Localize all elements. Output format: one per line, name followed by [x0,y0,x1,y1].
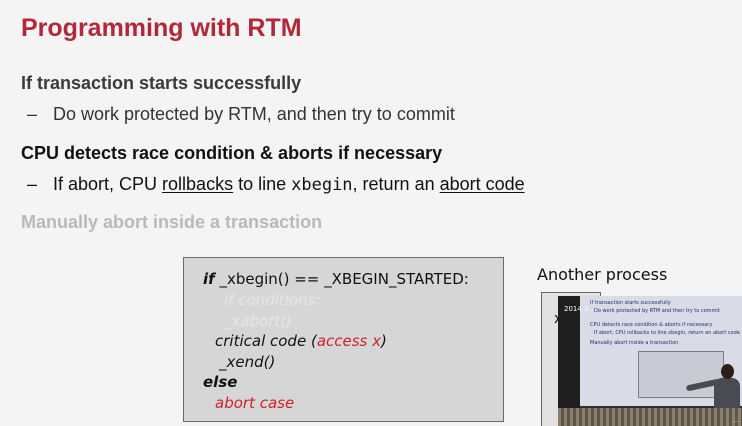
abort-text-3: , return an [352,174,440,194]
sub-bullet-commit: – Do work protected by RTM, and then try … [27,104,455,125]
abort-text-2: to line [233,174,292,194]
abort-text-1: If abort, CPU [53,174,163,194]
dash-marker: – [27,104,38,124]
code-line-abort-case: abort case [215,394,295,412]
code-line-ghost-if: if conditions: [224,291,321,309]
critical-code-text: critical code ( [215,332,317,350]
xbegin-code: xbegin [291,175,353,195]
bullet-race-condition: CPU detects race condition & aborts if n… [21,143,443,163]
projected-line: CPU detects race condition & aborts if n… [590,322,713,328]
rollbacks-link: rollbacks [162,174,234,194]
code-line-xend: _xend() [219,353,276,371]
projected-line: Manually abort inside a transaction [590,340,679,346]
video-floor [558,408,742,426]
critical-close-paren: ) [381,332,387,350]
code-line-if: if _xbegin() == _XBEGIN_STARTED: [203,270,469,288]
video-logo: ... [732,417,738,424]
sub-bullet-text: Do work protected by RTM, and then try t… [53,104,455,124]
projected-line: Do work protected by RTM and then try to… [594,308,720,314]
speaker-video-overlay: If transaction starts successfully Do wo… [558,296,742,426]
another-process-label: Another process [537,265,668,284]
video-timestamp: 2014 3 ... [564,305,598,313]
xbegin-condition: _xbegin() == _XBEGIN_STARTED: [214,270,469,288]
projected-code-box [638,351,724,398]
speaker-head [721,364,734,379]
code-line-else: else [203,373,238,391]
projected-line: If abort, CPU rollbacks to line xbegin, … [594,330,740,336]
abort-code-link: abort code [439,174,525,194]
slide-title: Programming with RTM [21,14,302,42]
dash-marker: – [27,174,38,194]
bullet-transaction-start: If transaction starts successfully [21,73,302,93]
projected-line: If transaction starts successfully [590,300,671,306]
bullet-manual-abort: Manually abort inside a transaction [21,212,323,232]
if-keyword: if [203,270,215,288]
video-wall [558,296,580,426]
code-block: if _xbegin() == _XBEGIN_STARTED: if cond… [183,257,504,422]
sub-bullet-abort: – If abort, CPU rollbacks to line xbegin,… [27,174,525,195]
code-line-ghost-xabort: _xabort() [224,312,293,330]
access-x-text: access x [316,332,382,350]
code-line-critical: critical code (access x) [215,332,387,350]
